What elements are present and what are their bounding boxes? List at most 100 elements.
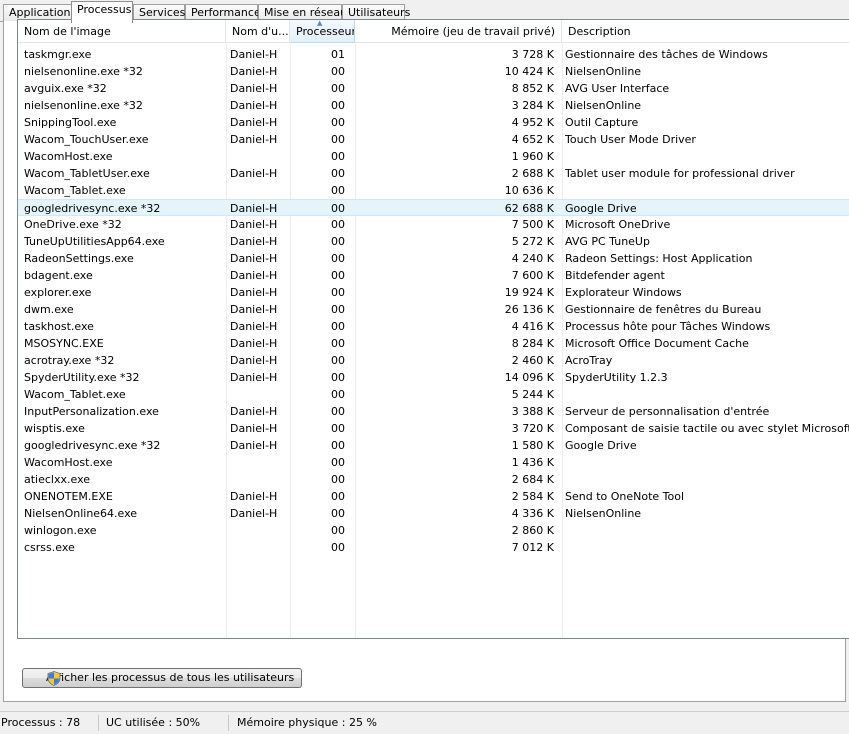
process-name-cell: taskmgr.exe: [24, 48, 92, 61]
table-row[interactable]: nielsenonline.exe *32 Daniel-H 00 10 424 K N…: [18, 63, 849, 80]
table-row[interactable]: Wacom_TouchUser.exe Daniel-H 00 4 652 K Touc…: [18, 131, 849, 148]
show-all-users-processes-button[interactable]: Afficher les processus de tous les utili…: [22, 668, 302, 688]
table-row[interactable]: InputPersonalization.exe Daniel-H 00 3 388 …: [18, 403, 849, 420]
process-memory-cell: 5 244 K: [511, 388, 554, 401]
process-description-cell: Processus hôte pour Tâches Windows: [565, 320, 771, 333]
table-row[interactable]: nielsenonline.exe *32 Daniel-H 00 3 284 K Ni…: [18, 97, 849, 114]
table-row[interactable]: WacomHost.exe 00 1 436 K: [18, 454, 849, 471]
table-row[interactable]: OneDrive.exe *32 Daniel-H 00 7 500 K Microso…: [18, 216, 849, 233]
column-header-description[interactable]: Description: [562, 20, 849, 43]
process-memory-cell: 8 852 K: [511, 82, 554, 95]
process-description-cell: NielsenOnline: [565, 65, 642, 78]
table-row[interactable]: SnippingTool.exe Daniel-H 00 4 952 K Outil C…: [18, 114, 849, 131]
table-row[interactable]: wisptis.exe Daniel-H 00 3 720 K Composant de…: [18, 420, 849, 437]
table-row[interactable]: taskmgr.exe Daniel-H 01 3 728 K Gestionnaire…: [18, 46, 849, 63]
table-row[interactable]: winlogon.exe 00 2 860 K: [18, 522, 849, 539]
table-row[interactable]: Wacom_TabletUser.exe Daniel-H 00 2 688 K Tab…: [18, 165, 849, 182]
process-cpu-cell: 00: [331, 99, 345, 112]
process-description-cell: Google Drive: [565, 202, 637, 215]
process-description-cell: Gestionnaire des tâches de Windows: [565, 48, 768, 61]
process-memory-cell: 3 728 K: [511, 48, 554, 61]
table-row[interactable]: MSOSYNC.EXE Daniel-H 00 8 284 K Microsoft Of…: [18, 335, 849, 352]
show-all-users-processes-label: Afficher les processus de tous les utili…: [46, 671, 295, 684]
process-memory-cell: 2 460 K: [511, 354, 554, 367]
process-memory-cell: 7 500 K: [511, 218, 554, 231]
table-row[interactable]: atieclxx.exe 00 2 684 K: [18, 471, 849, 488]
process-user-cell: Daniel-H: [230, 320, 278, 333]
process-user-cell: Daniel-H: [230, 235, 278, 248]
process-memory-cell: 2 684 K: [511, 473, 554, 486]
table-row[interactable]: taskhost.exe Daniel-H 00 4 416 K Processus h…: [18, 318, 849, 335]
process-user-cell: [230, 386, 290, 403]
process-name-cell: dwm.exe: [24, 303, 74, 316]
process-description-cell: AcroTray: [565, 354, 613, 367]
table-row[interactable]: Wacom_Tablet.exe 00 5 244 K: [18, 386, 849, 403]
process-user-cell: Daniel-H: [230, 286, 278, 299]
table-row[interactable]: acrotray.exe *32 Daniel-H 00 2 460 K AcroTra…: [18, 352, 849, 369]
process-name-cell: Wacom_TabletUser.exe: [24, 167, 150, 180]
process-cpu-cell: 00: [331, 337, 345, 350]
table-row[interactable]: RadeonSettings.exe Daniel-H 00 4 240 K Radeo…: [18, 250, 849, 267]
table-row[interactable]: ONENOTEM.EXE Daniel-H 00 2 584 K Send to One…: [18, 488, 849, 505]
process-description-cell: Serveur de personnalisation d'entrée: [565, 405, 770, 418]
tab-processus[interactable]: Processus: [71, 1, 133, 23]
process-cpu-cell: 00: [331, 473, 345, 486]
column-header-cpu[interactable]: ▲ Processeur: [290, 20, 355, 43]
status-physical-memory: Mémoire physique : 25 %: [237, 716, 377, 729]
table-row[interactable]: Wacom_Tablet.exe 00 10 636 K: [18, 182, 849, 199]
process-memory-cell: 4 652 K: [511, 133, 554, 146]
process-user-cell: Daniel-H: [230, 490, 278, 503]
process-user-cell: Daniel-H: [230, 65, 278, 78]
process-cpu-cell: 00: [331, 286, 345, 299]
process-cpu-cell: 00: [331, 388, 345, 401]
table-row[interactable]: TuneUpUtilitiesApp64.exe Daniel-H 00 5 272 …: [18, 233, 849, 250]
table-row[interactable]: explorer.exe Daniel-H 00 19 924 K Explorateu…: [18, 284, 849, 301]
process-cpu-cell: 00: [331, 269, 345, 282]
table-row[interactable]: SpyderUtility.exe *32 Daniel-H 00 14 096 K S…: [18, 369, 849, 386]
process-cpu-cell: 00: [331, 303, 345, 316]
list-header: Nom de l'image Nom d'u... ▲ Processeur M…: [18, 20, 849, 44]
column-header-memory[interactable]: Mémoire (jeu de travail privé): [355, 20, 562, 43]
process-memory-cell: 2 860 K: [511, 524, 554, 537]
process-memory-cell: 4 416 K: [511, 320, 554, 333]
process-cpu-cell: 00: [331, 133, 345, 146]
process-user-cell: Daniel-H: [230, 99, 278, 112]
column-header-name[interactable]: Nom de l'image: [18, 20, 226, 43]
process-user-cell: Daniel-H: [230, 167, 278, 180]
process-memory-cell: 26 136 K: [504, 303, 554, 316]
process-name-cell: ONENOTEM.EXE: [24, 490, 113, 503]
table-row[interactable]: dwm.exe Daniel-H 00 26 136 K Gestionnaire de…: [18, 301, 849, 318]
table-row[interactable]: csrss.exe 00 7 012 K: [18, 539, 849, 556]
process-cpu-cell: 00: [331, 65, 345, 78]
table-row[interactable]: googledrivesync.exe *32 Daniel-H 00 62 688 …: [18, 199, 849, 216]
uac-shield-icon: [47, 671, 61, 686]
sort-arrow-icon: ▲: [317, 20, 323, 27]
process-cpu-cell: 00: [331, 218, 345, 231]
process-description-cell: NielsenOnline: [565, 507, 642, 520]
process-cpu-cell: 00: [331, 150, 345, 163]
table-row[interactable]: googledrivesync.exe *32 Daniel-H 00 1 580 K…: [18, 437, 849, 454]
process-description-cell: Microsoft Office Document Cache: [565, 337, 749, 350]
process-user-cell: Daniel-H: [230, 269, 278, 282]
column-header-user[interactable]: Nom d'u...: [226, 20, 290, 43]
table-row[interactable]: NielsenOnline64.exe Daniel-H 00 4 336 K Niel…: [18, 505, 849, 522]
process-memory-cell: 4 336 K: [511, 507, 554, 520]
process-memory-cell: 14 096 K: [504, 371, 554, 384]
process-cpu-cell: 00: [331, 507, 345, 520]
table-row[interactable]: WacomHost.exe 00 1 960 K: [18, 148, 849, 165]
process-name-cell: TuneUpUtilitiesApp64.exe: [24, 235, 165, 248]
process-list[interactable]: Nom de l'image Nom d'u... ▲ Processeur M…: [17, 19, 849, 639]
process-memory-cell: 4 240 K: [511, 252, 554, 265]
process-name-cell: WacomHost.exe: [24, 150, 113, 163]
process-description-cell: [565, 454, 849, 471]
process-cpu-cell: 00: [331, 541, 345, 554]
table-row[interactable]: avguix.exe *32 Daniel-H 00 8 852 K AVG User …: [18, 80, 849, 97]
process-name-cell: InputPersonalization.exe: [24, 405, 159, 418]
process-user-cell: Daniel-H: [230, 439, 278, 452]
status-cpu-usage: UC utilisée : 50%: [106, 716, 201, 729]
table-row[interactable]: bdagent.exe Daniel-H 00 7 600 K Bitdefender …: [18, 267, 849, 284]
process-description-cell: Tablet user module for professional driv…: [565, 167, 795, 180]
column-header-cpu-label: Processeur: [296, 25, 355, 38]
process-user-cell: Daniel-H: [230, 405, 278, 418]
process-description-cell: [565, 386, 849, 403]
